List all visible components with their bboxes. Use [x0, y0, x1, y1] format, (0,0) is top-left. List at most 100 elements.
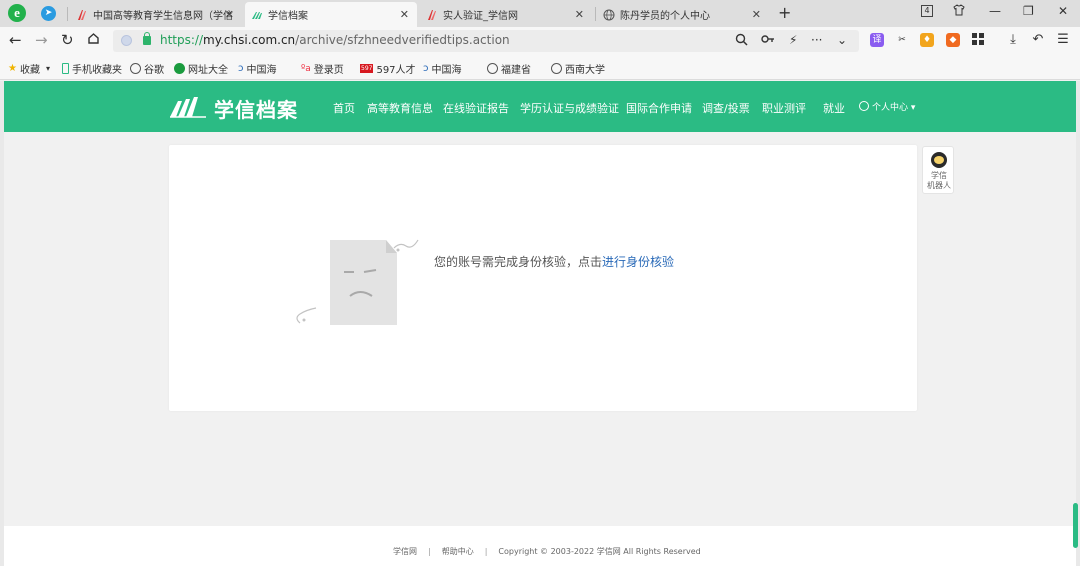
bookmark-southwest-univ[interactable]: 西南大学 [551, 61, 605, 76]
bookmark-label: 谷歌 [144, 65, 164, 76]
url-field[interactable]: https://my.chsi.com.cn/archive/sfzhneedv… [113, 30, 859, 52]
forward-button[interactable]: → [35, 32, 48, 48]
close-icon[interactable]: ✕ [400, 8, 409, 21]
robot-label: 学信 机器人 [923, 171, 955, 191]
globe-icon [551, 63, 562, 74]
menu-icon[interactable]: ☰ [1056, 33, 1070, 47]
close-window-button[interactable]: ✕ [1058, 4, 1068, 18]
site-icon: ↄ [238, 63, 244, 74]
address-bar: ← → ↻ https://my.chsi.com.cn/archive/sfz… [0, 27, 1080, 55]
browser-logo-icon[interactable]: e [8, 4, 26, 22]
bookmark-label: 福建省 [501, 65, 531, 76]
game-icon[interactable]: ◆ [946, 33, 960, 47]
apps-grid-icon[interactable] [971, 33, 985, 47]
bookmark-label: 西南大学 [565, 65, 605, 76]
xuexin-robot-widget[interactable]: 学信 机器人 [922, 146, 954, 194]
more-icon[interactable]: ··· [811, 33, 822, 47]
close-icon[interactable]: ✕ [575, 8, 584, 21]
tab-label: 中国高等教育学生信息网（学信 [93, 11, 233, 22]
directory-icon [174, 63, 185, 74]
site-icon: ↄ [423, 63, 429, 74]
restore-button[interactable]: ❐ [1023, 4, 1034, 18]
bookmark-google[interactable]: 谷歌 [130, 61, 164, 76]
search-icon[interactable] [735, 33, 748, 49]
tab-chsi-home[interactable]: 中国高等教育学生信息网（学信 ✕ [70, 2, 242, 27]
bookmark-china-sea-1[interactable]: ↄ 中国海 [238, 61, 277, 76]
lightning-icon[interactable]: ⚡ [789, 33, 797, 47]
footer-separator: | [428, 547, 431, 556]
footer-link-help[interactable]: 帮助中心 [442, 547, 474, 556]
close-icon[interactable]: ✕ [752, 8, 761, 21]
bookmark-china-sea-2[interactable]: ↄ 中国海 [423, 61, 462, 76]
reload-button[interactable]: ↻ [61, 32, 74, 48]
shirt-icon[interactable] [953, 4, 965, 19]
nav-survey[interactable]: 调查/投票 [702, 100, 750, 116]
bookmark-label: 收藏 [19, 65, 40, 76]
bookmark-label: 中国海 [246, 65, 277, 76]
chsi-favicon-icon [76, 9, 88, 21]
tab-label: 实人验证_学信网 [443, 11, 518, 22]
user-center-menu[interactable]: 个人中心 ▾ [872, 100, 915, 113]
globe-icon [130, 63, 141, 74]
caret-down-icon: ▾ [45, 64, 50, 73]
home-button[interactable] [87, 32, 100, 48]
bookmarks-bar: ★ 收藏 ▾ 手机收藏夹 谷歌 网址大全 ↄ 中国海 ºa 登录页 597 597人才 ↄ… [0, 55, 1080, 80]
nav-employment[interactable]: 就业 [823, 100, 845, 116]
nav-higher-education[interactable]: 高等教育信息 [367, 100, 433, 116]
bookmark-login[interactable]: ºa 登录页 [301, 61, 344, 77]
page-margin [0, 81, 4, 566]
nav-career-test[interactable]: 职业测评 [762, 100, 806, 116]
nav-degree-verification[interactable]: 学历认证与成绩验证 [520, 100, 619, 116]
tab-student-center[interactable]: 陈丹学员的个人中心 ✕ [597, 2, 769, 27]
bookmark-label: 597人才 [376, 65, 416, 76]
robot-label-line2: 机器人 [927, 181, 951, 190]
bookmark-favorites[interactable]: ★ 收藏 ▾ [8, 61, 50, 76]
footer-link-chsi[interactable]: 学信网 [393, 547, 417, 556]
nav-international[interactable]: 国际合作申请 [626, 100, 692, 116]
scrollbar-thumb[interactable] [1073, 503, 1078, 548]
tab-real-person-verify[interactable]: 实人验证_学信网 ✕ [420, 2, 592, 27]
xuexin-logo-icon[interactable] [168, 95, 208, 119]
footer-copyright: Copyright © 2003-2022 学信网 All Rights Res… [498, 547, 701, 556]
notice-text: 您的账号需完成身份核验，点击 [434, 255, 603, 269]
back-button[interactable]: ← [9, 32, 22, 48]
star-icon: ★ [8, 63, 17, 74]
page-margin [1076, 81, 1080, 566]
tab-label: 学信档案 [268, 11, 308, 22]
tab-count-badge[interactable]: 4 [921, 5, 933, 17]
globe-icon [487, 63, 498, 74]
bookmark-597[interactable]: 597 597人才 [360, 61, 416, 76]
site-icon: ºa [301, 63, 311, 74]
extension-icon[interactable]: 译 [870, 33, 884, 47]
verification-notice: 您的账号需完成身份核验，点击进行身份核验 [434, 253, 674, 270]
nav-online-report[interactable]: 在线验证报告 [443, 100, 509, 116]
bookmark-mobile[interactable]: 手机收藏夹 [62, 61, 122, 76]
tab-xuexin-archive[interactable]: 学信档案 ✕ [245, 2, 417, 27]
robot-label-line1: 学信 [931, 171, 947, 180]
download-icon[interactable]: ⤓ [1006, 33, 1020, 47]
bookmark-directory[interactable]: 网址大全 [174, 61, 228, 76]
robot-icon [931, 152, 947, 168]
url-path: /archive/sfzhneedverifiedtips.action [295, 33, 510, 47]
url-text: https://my.chsi.com.cn/archive/sfzhneedv… [160, 33, 510, 47]
telegram-icon[interactable]: ➤ [41, 6, 56, 21]
key-icon[interactable] [761, 33, 775, 48]
minimize-button[interactable]: — [989, 4, 1001, 18]
shield-icon[interactable]: ♦ [920, 33, 934, 47]
nav-home[interactable]: 首页 [333, 100, 355, 116]
sad-document-icon [296, 239, 419, 325]
site-info-icon[interactable] [121, 35, 132, 46]
bookmark-label: 中国海 [431, 65, 462, 76]
user-icon[interactable] [859, 101, 869, 111]
footer-separator: | [484, 547, 488, 556]
bookmark-label: 登录页 [313, 65, 344, 76]
scissors-icon[interactable]: ✂ [895, 33, 909, 47]
verify-identity-link[interactable]: 进行身份核验 [602, 255, 674, 269]
close-icon[interactable]: ✕ [225, 8, 234, 21]
new-tab-button[interactable]: + [778, 3, 791, 22]
site-logo-text[interactable]: 学信档案 [214, 94, 298, 123]
undo-icon[interactable]: ↶ [1031, 33, 1045, 47]
url-protocol: https:// [160, 33, 204, 47]
bookmark-fujian[interactable]: 福建省 [487, 61, 531, 76]
chevron-down-icon[interactable]: ⌄ [837, 33, 847, 47]
